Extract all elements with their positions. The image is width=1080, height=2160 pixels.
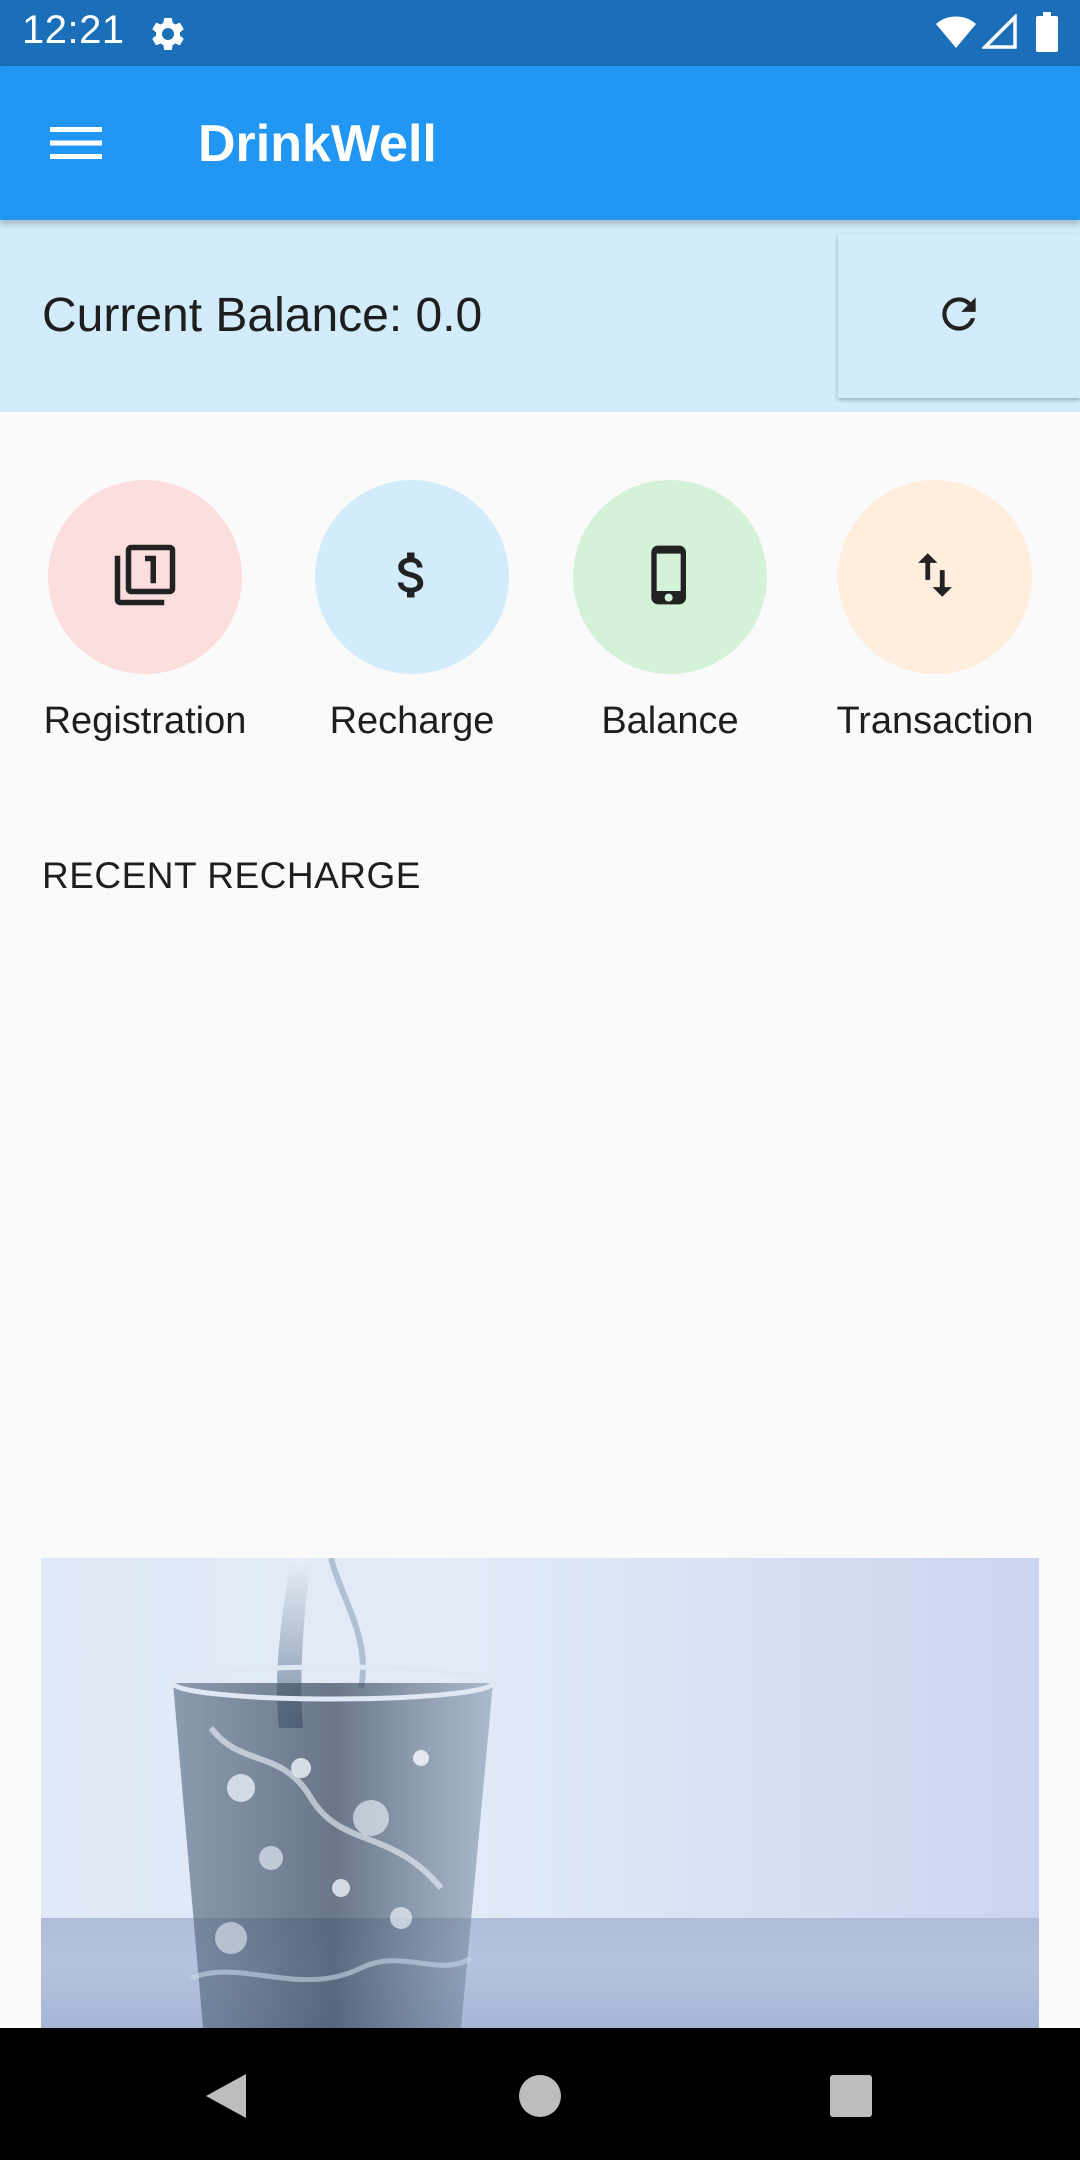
phone-icon: [638, 543, 702, 612]
current-balance: Current Balance: 0.0: [42, 289, 483, 342]
refresh-icon: [934, 289, 984, 344]
home-button[interactable]: [510, 2066, 570, 2126]
screen: 12:21 DrinkWell Current Balance: 0.0 Reg…: [0, 0, 1080, 2160]
dollar-icon: [382, 545, 442, 610]
navigation-bar: [0, 2028, 1080, 2160]
status-time: 12:21: [22, 8, 125, 52]
menu-icon[interactable]: [36, 112, 116, 174]
battery-icon: [1036, 12, 1058, 52]
back-button[interactable]: [196, 2066, 256, 2126]
gear-icon: [148, 14, 188, 54]
registration-circle[interactable]: [48, 480, 242, 674]
water-glass-image: [41, 1558, 1039, 2028]
registration-action[interactable]: Registration: [30, 480, 260, 743]
balance-action[interactable]: Balance: [555, 480, 785, 743]
glass-illustration: [170, 1558, 496, 2028]
recharge-circle[interactable]: [315, 480, 509, 674]
wifi-icon: [935, 14, 977, 50]
balance-label: Balance: [601, 700, 739, 742]
swap-vert-icon: [906, 546, 964, 609]
recents-icon: [830, 2075, 872, 2117]
balance-circle[interactable]: [573, 480, 767, 674]
refresh-button[interactable]: [838, 234, 1080, 398]
recents-button[interactable]: [821, 2066, 881, 2126]
recent-recharge-title: RECENT RECHARGE: [42, 855, 421, 896]
status-bar: 12:21: [0, 0, 1080, 66]
registration-label: Registration: [43, 700, 247, 742]
transaction-action[interactable]: Transaction: [820, 480, 1050, 743]
app-bar: DrinkWell: [0, 66, 1080, 220]
quick-actions: Registration Recharge Balance Transactio…: [0, 480, 1080, 760]
signal-icon: [980, 12, 1018, 50]
recharge-action[interactable]: Recharge: [297, 480, 527, 743]
transaction-circle[interactable]: [838, 480, 1032, 674]
home-icon: [519, 2075, 561, 2117]
transaction-label: Transaction: [836, 700, 1034, 742]
app-title: DrinkWell: [198, 115, 437, 173]
back-icon: [206, 2074, 246, 2118]
filter-1-icon: [112, 542, 178, 613]
recharge-label: Recharge: [329, 700, 495, 742]
